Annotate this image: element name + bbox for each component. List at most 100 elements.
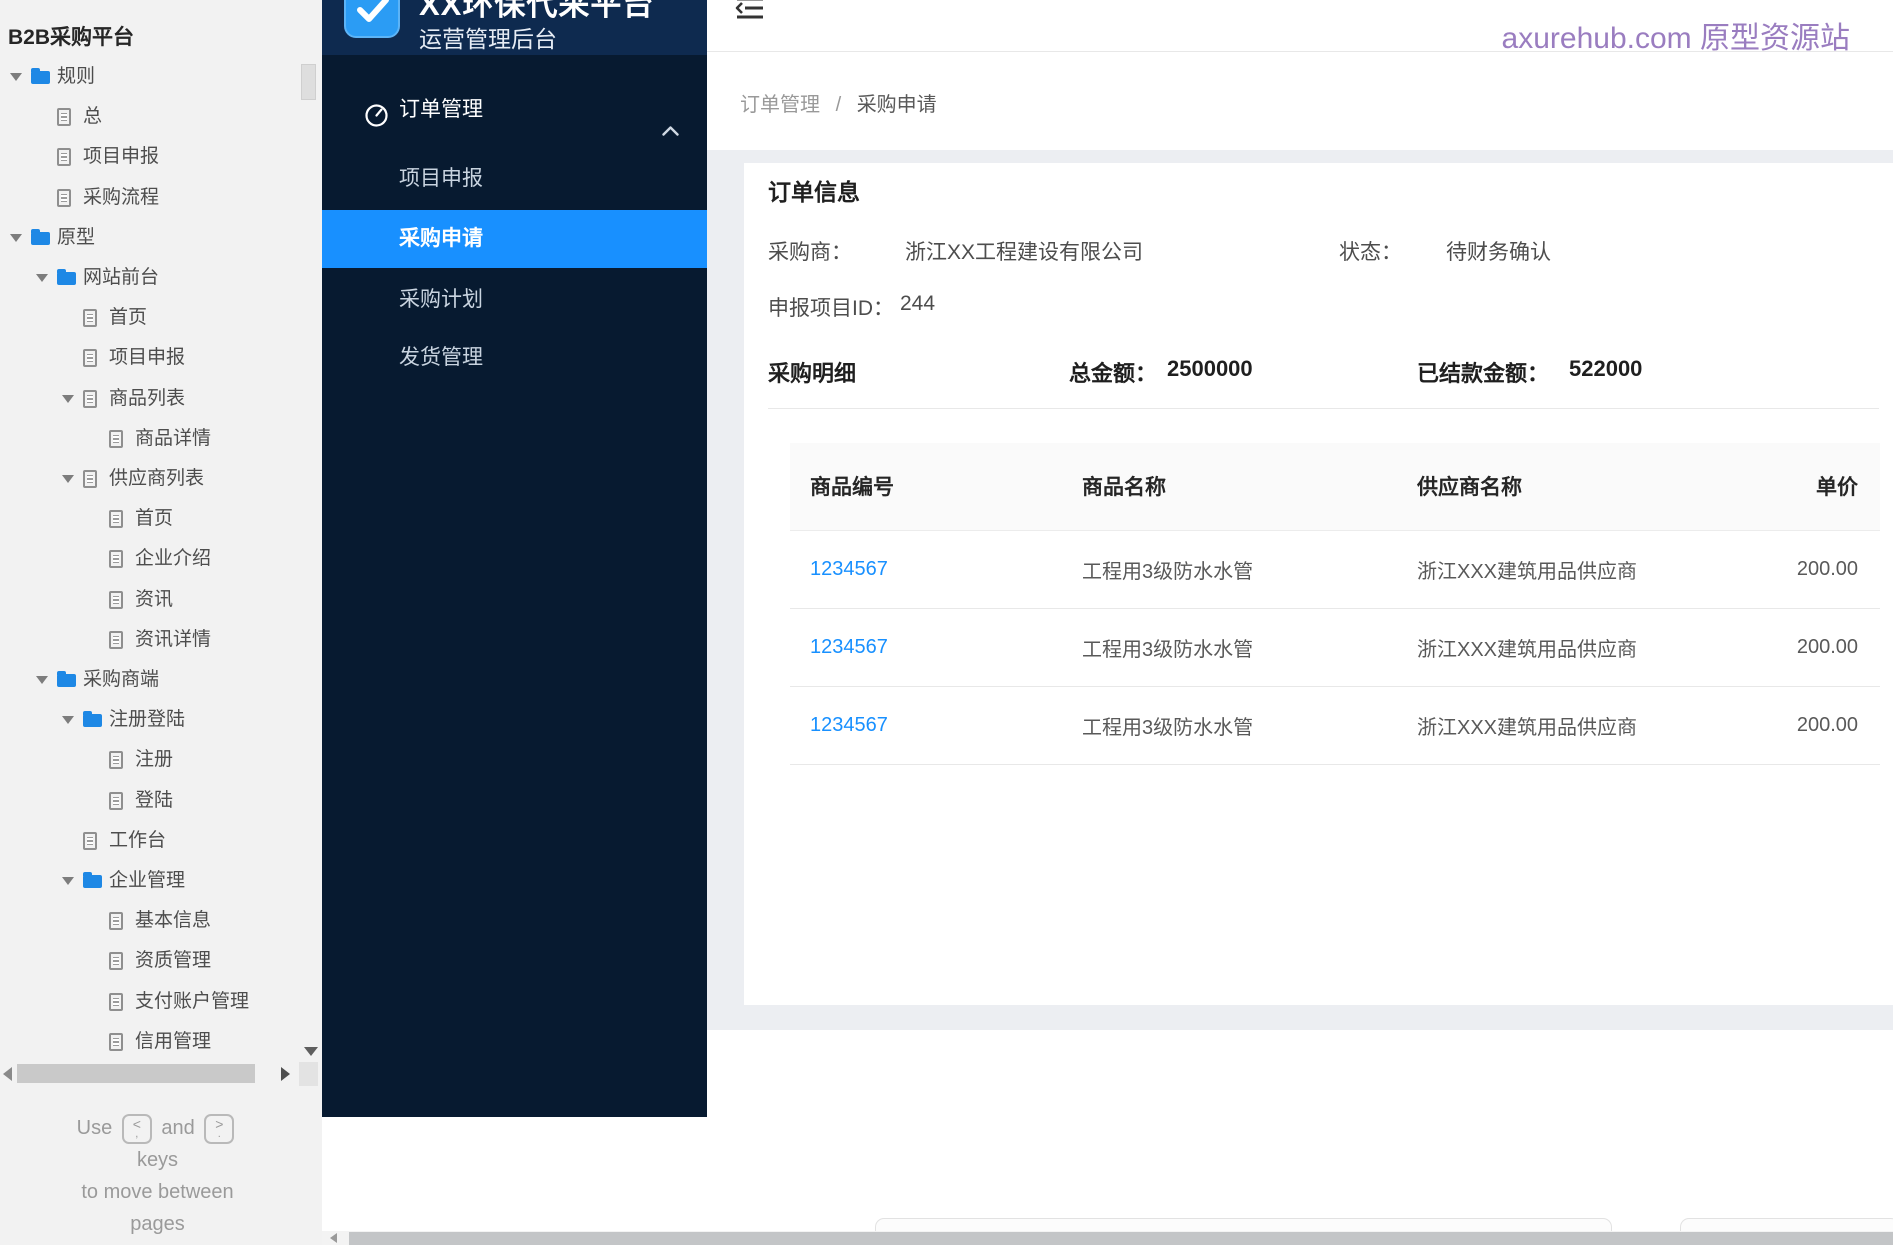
table-row: 1234567 工程用3级防水水管 浙江XXX建筑用品供应商 200.00 [790,686,1880,765]
expand-arrow-icon[interactable] [10,73,22,81]
page-icon [109,992,123,1011]
unit-price: 200.00 [1796,557,1858,580]
purchaser-value: 浙江XX工程建设有限公司 [905,241,1144,264]
nav-item-label: 采购计划 [399,288,483,311]
tree-scroll-down-arrow-icon[interactable] [304,1047,318,1056]
expand-arrow-icon[interactable] [62,475,74,483]
tree-item-总[interactable]: 总 [0,97,300,137]
page-icon [83,389,97,408]
tree-item-原型[interactable]: 原型 [0,218,300,258]
table-row: 1234567 工程用3级防水水管 浙江XXX建筑用品供应商 200.00 [790,530,1880,609]
tree-item-label: 采购商端 [83,669,160,690]
order-info-title: 订单信息 [768,179,860,205]
nav-item-项目申报[interactable]: 项目申报 [322,155,707,203]
tree-item-注册登陆[interactable]: 注册登陆 [0,700,300,740]
tree-item-资讯[interactable]: 资讯 [0,580,300,620]
hint-line-1: Use <, and >. [0,1112,315,1144]
page-icon [83,831,97,850]
tree-horizontal-scrollbar-thumb[interactable] [17,1064,255,1083]
product-name: 工程用3级防水水管 [1082,716,1254,739]
tree-item-资讯详情[interactable]: 资讯详情 [0,620,300,660]
tree-item-项目申报[interactable]: 项目申报 [0,338,300,378]
status-value: 待财务确认 [1446,241,1551,264]
page-horizontal-scrollbar [322,1231,1893,1245]
tree-item-采购商端[interactable]: 采购商端 [0,660,300,700]
product-id-link[interactable]: 1234567 [810,636,888,658]
tree-item-注册[interactable]: 注册 [0,740,300,780]
table-row: 1234567 工程用3级防水水管 浙江XXX建筑用品供应商 200.00 [790,608,1880,687]
product-id-link[interactable]: 1234567 [810,558,888,580]
clipboard-check-logo-icon [344,0,400,38]
tree-item-label: 首页 [135,508,174,530]
breadcrumb-parent[interactable]: 订单管理 [740,94,820,116]
expand-arrow-icon[interactable] [62,877,74,885]
settled-label: 已结款金额： [1417,361,1550,386]
tree-item-首页[interactable]: 首页 [0,499,300,539]
order-info-card: 订单信息 采购商： 浙江XX工程建设有限公司 状态： 待财务确认 申报项目ID：… [744,163,1893,1005]
nav-item-label: 项目申报 [399,167,483,190]
breadcrumb-separator: / [835,94,842,116]
folder-icon [57,671,76,687]
nav-item-采购申请[interactable]: 采购申请 [322,210,707,268]
tree-item-信用管理[interactable]: 信用管理 [0,1022,300,1062]
page-horizontal-scrollbar-thumb[interactable] [349,1232,1893,1245]
tree-item-商品列表[interactable]: 商品列表 [0,379,300,419]
tree-item-企业管理[interactable]: 企业管理 [0,861,300,901]
page-scroll-left-arrow-icon[interactable] [330,1233,337,1243]
tree-item-支付账户管理[interactable]: 支付账户管理 [0,982,300,1022]
settled-value: 522000 [1569,356,1643,381]
table-header-row: 商品编号 商品名称 供应商名称 单价 [790,443,1880,531]
tree-item-规则[interactable]: 规则 [0,57,300,97]
tree-scroll-left-arrow-icon[interactable] [3,1067,12,1081]
dashboard-icon [364,98,389,146]
product-id-link[interactable]: 1234567 [810,714,888,736]
tree-item-网站前台[interactable]: 网站前台 [0,258,300,298]
chevron-up-icon[interactable] [662,106,679,154]
app-window: B2B采购平台 规则总项目申报 采购流程 原型 网站前台 首页 项目申报 商品列表 商品详情供… [0,0,1893,1245]
tree-scrollbar-corner [299,1062,318,1086]
menu-fold-icon[interactable] [735,0,765,27]
folder-icon [57,269,76,285]
col-header-单价: 单价 [1757,443,1880,531]
tree-vertical-scrollbar-thumb[interactable] [301,64,316,100]
tree-item-label: 商品详情 [135,427,212,449]
main-area: axurehub.com 原型资源站 订单管理 / 采购申请 订单信息 采购商：… [707,0,1893,1245]
breadcrumb-current: 采购申请 [856,94,937,116]
tree-item-工作台[interactable]: 工作台 [0,821,300,861]
tree-item-资质管理[interactable]: 资质管理 [0,941,300,981]
page-icon [109,590,123,609]
total-value: 2500000 [1167,356,1253,381]
expand-arrow-icon[interactable] [62,394,74,403]
tree-item-首页[interactable]: 首页 [0,298,300,338]
tree-item-商品详情[interactable]: 商品详情 [0,419,300,459]
tree-item-label: 注册登陆 [109,709,186,731]
nav-item-发货管理[interactable]: 发货管理 [322,334,707,382]
nav-item-采购计划[interactable]: 采购计划 [322,276,707,324]
tree-item-label: 登陆 [135,789,174,811]
tree-item-label: 基本信息 [135,910,212,932]
expand-arrow-icon[interactable] [62,716,74,725]
page-icon [109,510,123,529]
tree-item-label: 商品列表 [109,387,186,409]
supplier-name: 浙江XXX建筑用品供应商 [1417,716,1638,739]
tree-item-项目申报[interactable]: 项目申报 [0,137,300,177]
tree-item-基本信息[interactable]: 基本信息 [0,901,300,941]
tree-item-供应商列表[interactable]: 供应商列表 [0,459,300,499]
keyboard-hint: Use <, and >. keys to move between pages [0,1112,315,1240]
supplier-name: 浙江XXX建筑用品供应商 [1417,638,1638,661]
tree-item-企业介绍[interactable]: 企业介绍 [0,539,300,579]
tree-scroll-right-arrow-icon[interactable] [281,1067,290,1081]
expand-arrow-icon[interactable] [10,233,22,242]
product-name: 工程用3级防水水管 [1082,560,1254,583]
breadcrumb: 订单管理 / 采购申请 [740,88,937,117]
expand-arrow-icon[interactable] [36,676,48,684]
expand-arrow-icon[interactable] [36,274,48,282]
nav-group-order-management[interactable]: 订单管理 [322,86,707,136]
hint-line-3: to move between [81,1181,234,1203]
tree-item-采购流程[interactable]: 采购流程 [0,178,300,218]
hint-line-4: pages [130,1213,185,1235]
tree-item-label: 采购流程 [83,186,160,208]
purchaser-label: 采购商： [768,241,852,264]
tree-item-label: 信用管理 [135,1030,212,1052]
tree-item-登陆[interactable]: 登陆 [0,781,300,821]
